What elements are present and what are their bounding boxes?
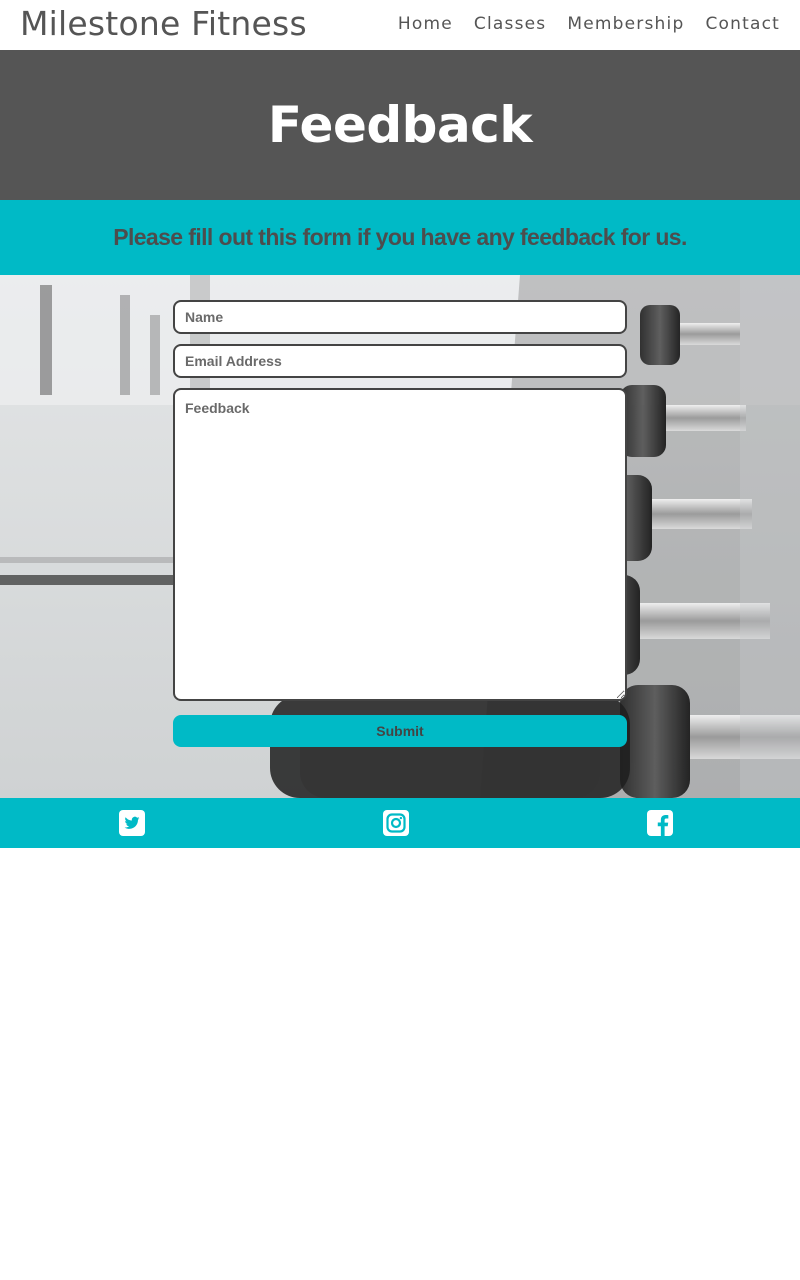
site-header: Milestone Fitness Home Classes Membershi… xyxy=(0,0,800,50)
nav-membership-link[interactable]: Membership xyxy=(567,12,684,36)
brand-logo-text[interactable]: Milestone Fitness xyxy=(20,4,307,44)
facebook-square-icon[interactable] xyxy=(646,809,674,837)
nav-contact-link[interactable]: Contact xyxy=(705,12,780,36)
submit-button[interactable]: Submit xyxy=(173,715,627,747)
hero-banner: Feedback xyxy=(0,50,800,200)
form-section: Submit xyxy=(0,275,800,798)
intro-text: Please fill out this form if you have an… xyxy=(113,224,687,250)
nav-classes-link[interactable]: Classes xyxy=(474,12,546,36)
feedback-textarea[interactable] xyxy=(173,388,627,701)
feedback-form: Submit xyxy=(173,300,627,747)
name-input[interactable] xyxy=(173,300,627,334)
nav-home-link[interactable]: Home xyxy=(398,12,453,36)
twitter-square-icon[interactable] xyxy=(118,809,146,837)
instagram-icon[interactable] xyxy=(382,809,410,837)
main-nav: Home Classes Membership Contact xyxy=(398,12,780,36)
intro-band: Please fill out this form if you have an… xyxy=(0,200,800,275)
page-title: Feedback xyxy=(267,96,533,154)
footer xyxy=(0,798,800,848)
email-input[interactable] xyxy=(173,344,627,378)
